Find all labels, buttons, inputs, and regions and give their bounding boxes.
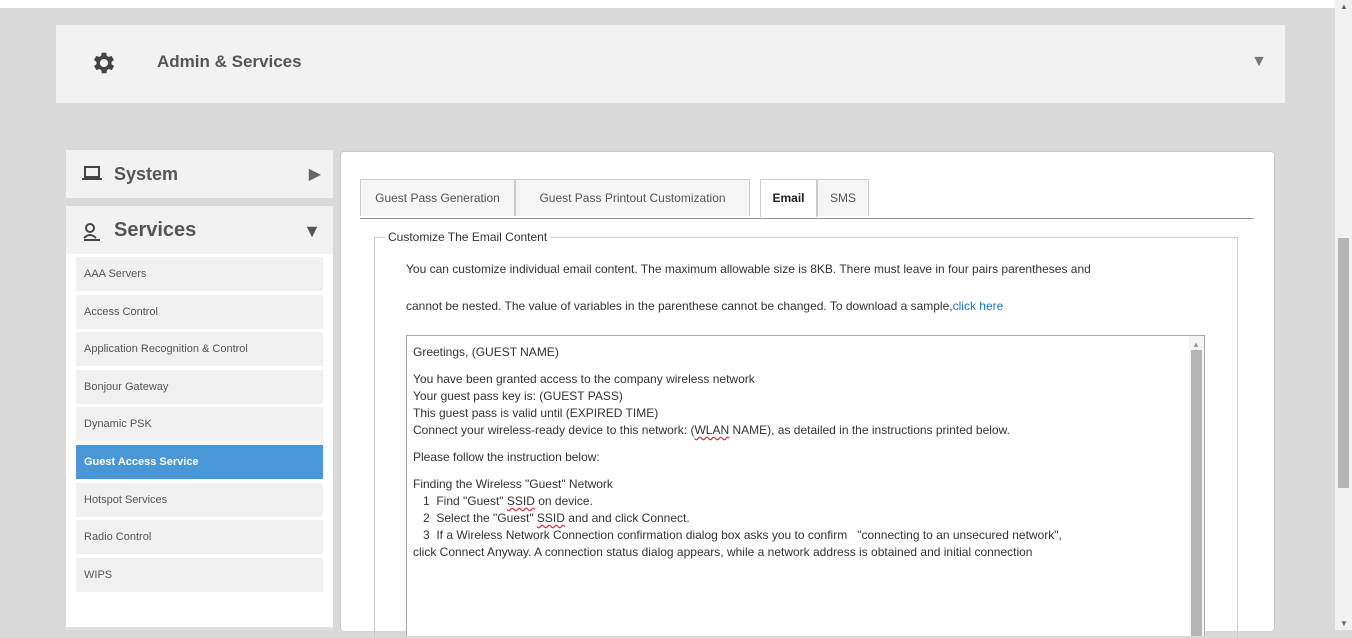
fieldset-legend: Customize The Email Content <box>385 230 551 244</box>
body-text: on device. <box>534 494 593 508</box>
sidebar-item-aaa-servers[interactable]: AAA Servers <box>76 257 323 291</box>
sidebar-item-wips[interactable]: WIPS <box>76 557 323 592</box>
services-submenu: AAA Servers Access Control Application R… <box>76 257 323 595</box>
system-label: System <box>114 164 179 184</box>
body-text: Connect your wireless-ready device to th… <box>413 423 695 437</box>
textarea-scrollbar[interactable]: ▲ <box>1189 336 1204 636</box>
email-content-fieldset: Customize The Email Content You can cust… <box>374 230 1238 638</box>
page-scrollbar[interactable]: ▲ ▼ <box>1335 0 1352 630</box>
scroll-down-icon[interactable]: ▼ <box>1340 619 1348 628</box>
tab-email[interactable]: Email <box>760 179 817 217</box>
body-line: click Connect Anyway. A connection statu… <box>413 545 1033 559</box>
spellcheck-word: SSID <box>506 494 535 508</box>
sidebar: System ▶ Services ▼ AAA Servers Access C… <box>66 150 333 630</box>
sidebar-item-dynamic-psk[interactable]: Dynamic PSK <box>76 407 323 442</box>
services-label: Services <box>114 219 197 241</box>
description-line: You can customize individual email conte… <box>406 262 1091 276</box>
body-line: Connect your wireless-ready device to th… <box>413 422 1173 439</box>
body-line: Please follow the instruction below: <box>413 450 600 464</box>
email-body-textarea[interactable]: Greetings, (GUEST NAME) You have been gr… <box>406 335 1205 636</box>
sidebar-item-guest-access-service[interactable]: Guest Access Service <box>76 444 323 479</box>
spellcheck-word: SSID <box>536 511 565 525</box>
scroll-up-icon[interactable]: ▲ <box>1340 2 1348 11</box>
main-panel: Guest Pass Generation Guest Pass Printou… <box>340 151 1275 638</box>
scroll-thumb[interactable] <box>1191 350 1202 636</box>
spellcheck-word: WLAN <box>694 423 730 437</box>
body-line: You have been granted access to the comp… <box>413 372 755 386</box>
services-icon <box>83 223 100 241</box>
expand-right-icon: ▶ <box>308 166 321 183</box>
description-line: cannot be nested. The value of variables… <box>406 297 1226 316</box>
email-body-content[interactable]: Greetings, (GUEST NAME) You have been gr… <box>413 344 1173 561</box>
body-line: This guest pass is valid until (EXPIRED … <box>413 406 659 420</box>
sidebar-item-bonjour-gateway[interactable]: Bonjour Gateway <box>76 369 323 404</box>
divider <box>66 198 333 206</box>
tab-guest-pass-generation[interactable]: Guest Pass Generation <box>360 179 515 216</box>
page-title: Admin & Services <box>157 52 302 71</box>
click-here-link[interactable]: click here <box>953 299 1004 313</box>
sidebar-item-system[interactable]: System ▶ <box>66 150 333 198</box>
sidebar-item-hotspot-services[interactable]: Hotspot Services <box>76 482 323 517</box>
scroll-thumb[interactable] <box>1338 238 1349 488</box>
sidebar-item-access-control[interactable]: Access Control <box>76 294 323 329</box>
scroll-up-icon[interactable]: ▲ <box>1192 340 1200 349</box>
collapse-triangle-icon[interactable]: ▼ <box>1251 53 1267 71</box>
collapse-down-icon: ▼ <box>303 221 321 241</box>
description-text: cannot be nested. The value of variables… <box>406 299 953 313</box>
body-line: Your guest pass key is: (GUEST PASS) <box>413 389 623 403</box>
top-strip <box>0 0 1335 8</box>
body-text: and and click Connect. <box>564 511 690 525</box>
body-line: Finding the Wireless "Guest" Network <box>413 477 613 491</box>
body-line: Greetings, (GUEST NAME) <box>413 345 559 359</box>
sidebar-item-application-recognition[interactable]: Application Recognition & Control <box>76 332 323 367</box>
body-text: 2 Select the "Guest" <box>413 511 537 525</box>
tab-guest-pass-printout[interactable]: Guest Pass Printout Customization <box>515 179 750 216</box>
email-description: You can customize individual email conte… <box>406 260 1226 316</box>
gear-icon <box>93 52 115 74</box>
body-line: 1 Find "Guest" SSID on device. <box>413 493 1173 510</box>
admin-services-header[interactable]: Admin & Services ▼ <box>56 25 1285 103</box>
body-text: NAME), as detailed in the instructions p… <box>729 423 1010 437</box>
body-text: 1 Find "Guest" <box>413 494 507 508</box>
sidebar-item-services[interactable]: Services ▼ <box>66 206 333 254</box>
tab-sms[interactable]: SMS <box>817 179 869 216</box>
body-line: 3 If a Wireless Network Connection confi… <box>413 528 1062 542</box>
body-line: 2 Select the "Guest" SSID and and click … <box>413 510 1173 527</box>
tab-underline <box>360 218 1254 219</box>
laptop-icon <box>82 166 102 180</box>
sidebar-item-radio-control[interactable]: Radio Control <box>76 520 323 555</box>
